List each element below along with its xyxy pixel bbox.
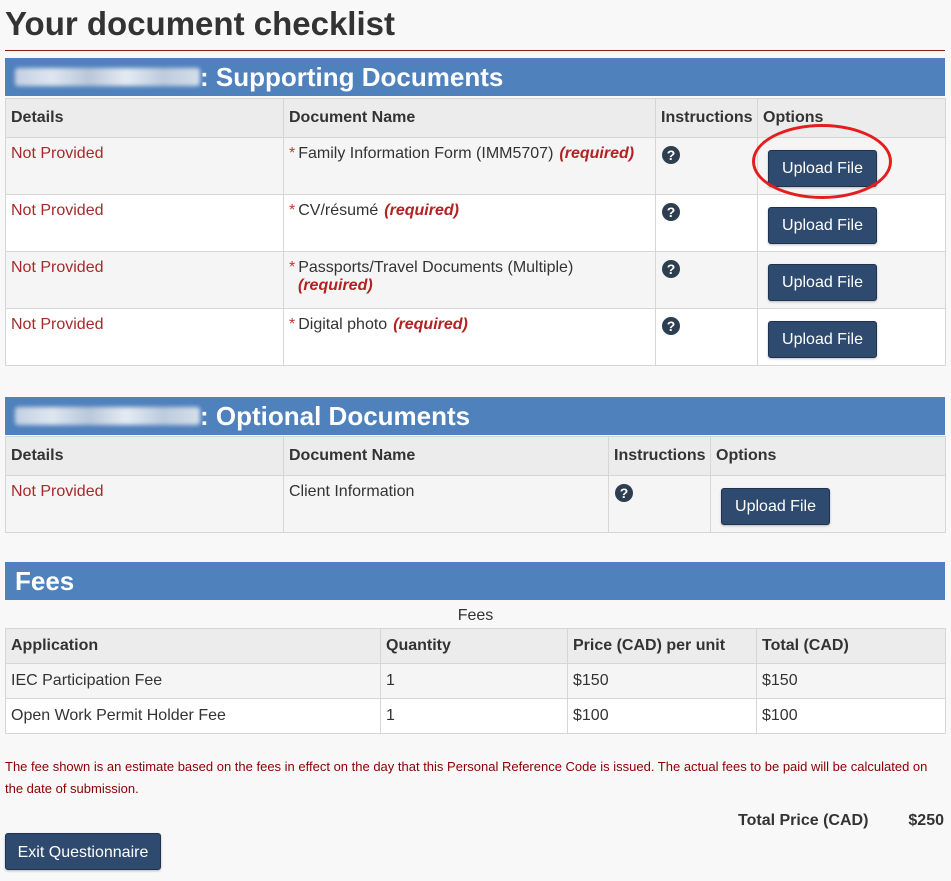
total-price: Total Price (CAD) $250 [738,812,944,830]
upload-file-button-client-information[interactable]: Upload File [721,488,830,525]
fees-header-label: Fees [15,566,75,596]
help-icon[interactable]: ? [662,317,680,335]
fees-header: Fees [5,562,945,600]
exit-questionnaire-button[interactable]: Exit Questionnaire [5,833,161,870]
title-divider [5,50,945,51]
required-label: (required) [393,316,468,333]
required-star-icon: * [289,145,296,162]
table-row: Not Provided * Passports/Travel Documents… [5,251,946,309]
column-header-application: Application [5,628,381,664]
optional-documents-table: Details Document Name Instructions Optio… [5,436,946,533]
fee-price: $150 [567,663,757,699]
fee-application: IEC Participation Fee [5,663,381,699]
total-price-label: Total Price (CAD) [738,812,869,829]
document-name: Digital photo [298,316,388,333]
column-header-document-name: Document Name [283,436,609,476]
supporting-header-label: : Supporting Documents [200,62,504,92]
column-header-instructions: Instructions [608,436,711,476]
column-header-total: Total (CAD) [756,628,946,664]
fees-table-caption: Fees [457,607,494,624]
supporting-documents-table: Details Document Name Instructions Optio… [5,98,946,366]
upload-file-button-family-information[interactable]: Upload File [768,150,877,187]
required-star-icon: * [289,202,296,219]
fees-table: Fees Application Quantity Price (CAD) pe… [5,604,946,734]
required-label: (required) [384,202,459,219]
column-header-document-name: Document Name [283,98,656,138]
column-header-instructions: Instructions [655,98,758,138]
table-row: Open Work Permit Holder Fee 1 $100 $100 [5,698,946,734]
table-header-row: Details Document Name Instructions Optio… [5,436,946,476]
fee-total: $100 [756,698,946,734]
column-header-details: Details [5,436,284,476]
help-icon[interactable]: ? [615,484,633,502]
document-name: Family Information Form (IMM5707) [298,145,554,162]
column-header-price: Price (CAD) per unit [567,628,757,664]
fee-quantity: 1 [380,663,568,699]
column-header-options: Options [757,98,946,138]
upload-file-button-cv[interactable]: Upload File [768,207,877,244]
required-label: (required) [559,145,635,162]
document-name: Passports/Travel Documents (Multiple) [298,259,574,276]
supporting-documents-header: : Supporting Documents [5,58,945,96]
table-row: Not Provided * Family Information Form (I… [5,137,946,195]
column-header-quantity: Quantity [380,628,568,664]
required-star-icon: * [289,259,296,276]
table-row: Not Provided Client Information ? Upload… [5,475,946,533]
status-not-provided: Not Provided [11,259,104,276]
required-star-icon: * [289,316,296,333]
table-header-row: Details Document Name Instructions Optio… [5,98,946,138]
fee-price: $100 [567,698,757,734]
fee-quantity: 1 [380,698,568,734]
status-not-provided: Not Provided [11,145,104,162]
document-name: Client Information [289,483,415,500]
table-header-row: Application Quantity Price (CAD) per uni… [5,628,946,664]
upload-file-button-passports[interactable]: Upload File [768,264,877,301]
status-not-provided: Not Provided [11,316,104,333]
help-icon[interactable]: ? [662,260,680,278]
fee-estimate-note: The fee shown is an estimate based on th… [5,759,928,796]
page-title: Your document checklist [5,5,395,42]
column-header-details: Details [5,98,284,138]
applicant-name-blurred [15,68,200,87]
applicant-name-blurred [15,407,200,426]
required-label: (required) [298,277,373,294]
document-name: CV/résumé [298,202,379,219]
total-price-value: $250 [908,812,944,829]
table-row: Not Provided * CV/résumé (required) ? Uplo… [5,194,946,252]
column-header-options: Options [710,436,946,476]
status-not-provided: Not Provided [11,483,104,500]
help-icon[interactable]: ? [662,203,680,221]
optional-header-label: : Optional Documents [200,401,471,431]
table-row: Not Provided * Digital photo (required) ? … [5,308,946,366]
help-icon[interactable]: ? [662,146,680,164]
fee-application: Open Work Permit Holder Fee [5,698,381,734]
table-row: IEC Participation Fee 1 $150 $150 [5,663,946,699]
fee-total: $150 [756,663,946,699]
optional-documents-header: : Optional Documents [5,397,945,435]
upload-file-button-digital-photo[interactable]: Upload File [768,321,877,358]
status-not-provided: Not Provided [11,202,104,219]
